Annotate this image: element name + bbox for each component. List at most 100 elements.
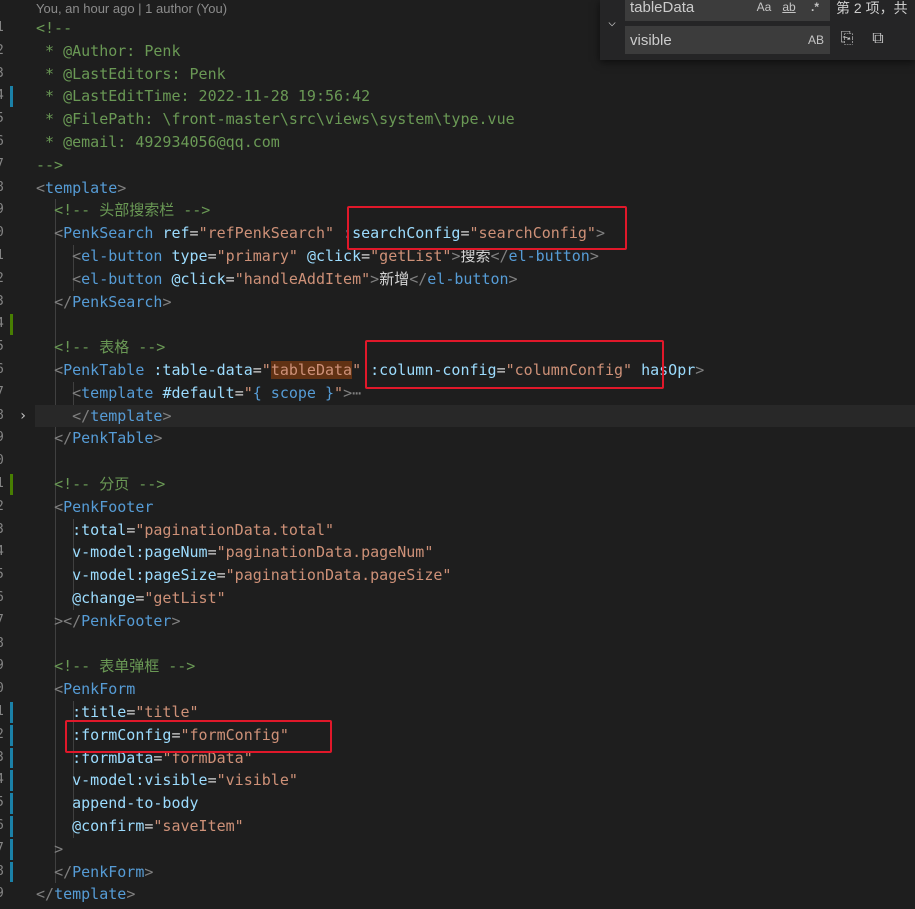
code-token: template — [90, 406, 163, 425]
match-case-button[interactable]: Aa — [755, 0, 773, 16]
code-line[interactable]: * @FilePath: \front-master\src\views\sys… — [36, 108, 515, 131]
replace-icon[interactable]: ⎘ — [838, 30, 856, 48]
code-token: < — [36, 178, 46, 197]
code-line[interactable]: </PenkSearch> — [36, 291, 171, 314]
code-token: PenkSearch — [63, 224, 154, 243]
code-line[interactable]: * @email: 492934056@qq.com — [36, 131, 280, 154]
code-token: type — [171, 247, 208, 265]
toggle-replace-button[interactable]: ⌵ — [600, 12, 624, 34]
code-line[interactable]: <el-button @click="handleAddItem">新增</el… — [36, 268, 518, 291]
code-line[interactable]: <!-- 头部搜索栏 --> — [36, 199, 210, 222]
code-token: </ — [72, 406, 91, 425]
code-line[interactable]: </PenkForm> — [36, 861, 153, 884]
code-token: = — [207, 771, 217, 790]
code-token: * @FilePath: \front-master\src\views\sys… — [36, 110, 515, 129]
code-line[interactable]: v-model:visible="visible" — [36, 769, 298, 792]
code-line[interactable]: * @Author: Penk — [36, 40, 180, 63]
code-line[interactable]: ></PenkFooter> — [36, 610, 180, 633]
match-whole-word-button[interactable]: ab — [778, 0, 800, 16]
code-token: " — [261, 361, 271, 379]
code-token: PenkForm — [63, 680, 136, 699]
find-result-count: 第 2 项，共 — [836, 0, 908, 16]
code-token: --> — [36, 155, 64, 174]
code-token: </ — [409, 269, 428, 288]
code-editor[interactable]: <!-- * @Author: Penk * @LastEditors: Pen… — [0, 0, 915, 909]
preserve-case-button[interactable]: AB — [805, 31, 827, 49]
code-token: < — [54, 361, 64, 379]
formConfig-highlight-box — [65, 720, 332, 753]
code-line[interactable]: v-model:pageSize="paginationData.pageSiz… — [36, 564, 451, 587]
code-token: </ — [36, 885, 55, 904]
code-token: PenkTable — [72, 429, 154, 448]
code-token: :table-data — [153, 361, 253, 379]
code-line[interactable]: append-to-body — [36, 792, 198, 815]
code-token: </ — [54, 862, 73, 881]
code-token: "refPenkSearch" — [198, 224, 335, 243]
code-line[interactable]: <!-- — [36, 17, 72, 40]
code-token: = — [216, 566, 226, 585]
code-line[interactable]: * @LastEditors: Penk — [36, 63, 226, 86]
code-line[interactable]: <PenkFooter — [36, 496, 153, 519]
code-token: > — [343, 383, 353, 402]
code-token: "paginationData.pageNum" — [216, 543, 434, 562]
column-config-highlight-box — [365, 340, 664, 389]
code-token: < — [54, 680, 64, 699]
code-line[interactable]: <PenkForm — [36, 678, 135, 701]
find-match-highlight: tableData — [270, 361, 353, 379]
code-line[interactable]: --> — [36, 154, 63, 177]
code-token: "getList" — [144, 589, 226, 607]
code-token: PenkForm — [72, 862, 145, 881]
code-line[interactable]: </template> — [35, 404, 915, 428]
code-line[interactable]: <!-- 分页 --> — [36, 473, 165, 496]
code-token: > — [508, 269, 518, 288]
code-token: v-model:pageSize — [72, 566, 217, 585]
code-token: el-button — [81, 269, 163, 288]
code-token: PenkTable — [63, 361, 145, 379]
replace-input[interactable] — [625, 26, 830, 54]
code-line[interactable]: * @LastEditTime: 2022-11-28 19:56:42 — [36, 85, 370, 108]
code-line[interactable]: > — [36, 838, 63, 861]
code-line[interactable]: <!-- 表格 --> — [36, 336, 165, 359]
code-token: = — [126, 520, 136, 539]
code-token: = — [207, 543, 217, 562]
code-token: PenkFooter — [81, 611, 172, 630]
code-token: > — [126, 885, 136, 904]
code-token: > — [370, 269, 380, 288]
code-line[interactable]: @confirm="saveItem" — [36, 815, 244, 838]
code-line[interactable]: <template #default="{ scope }">⋯ — [36, 382, 361, 405]
replace-all-icon[interactable]: ⧉ — [867, 30, 889, 48]
code-token: <!-- — [36, 19, 73, 37]
use-regex-button[interactable]: .* — [805, 0, 825, 16]
searchConfig-highlight-box — [347, 206, 627, 250]
code-token: PenkSearch — [72, 292, 163, 311]
code-line[interactable]: <template> — [36, 177, 126, 200]
code-token: <!-- 表格 --> — [54, 338, 166, 357]
code-line[interactable]: v-model:pageNum="paginationData.pageNum" — [36, 541, 433, 564]
code-line[interactable]: </PenkTable> — [36, 427, 162, 450]
find-replace-widget: ⌵ Aa ab .* 第 2 项，共 AB ⎘ ⧉ — [600, 0, 915, 60]
code-token: * @LastEditTime: 2022-11-28 19:56:42 — [36, 87, 371, 106]
code-line[interactable]: <!-- 表单弹框 --> — [36, 655, 195, 678]
code-line[interactable]: </template> — [36, 883, 135, 906]
code-token: </ — [54, 292, 73, 311]
code-token: "handleAddItem" — [234, 269, 371, 288]
code-token: < — [54, 224, 64, 243]
code-line[interactable]: @change="getList" — [36, 587, 226, 610]
code-line[interactable]: :total="paginationData.total" — [36, 519, 334, 542]
code-token: #default — [162, 383, 235, 402]
code-token: el-button — [81, 247, 163, 265]
